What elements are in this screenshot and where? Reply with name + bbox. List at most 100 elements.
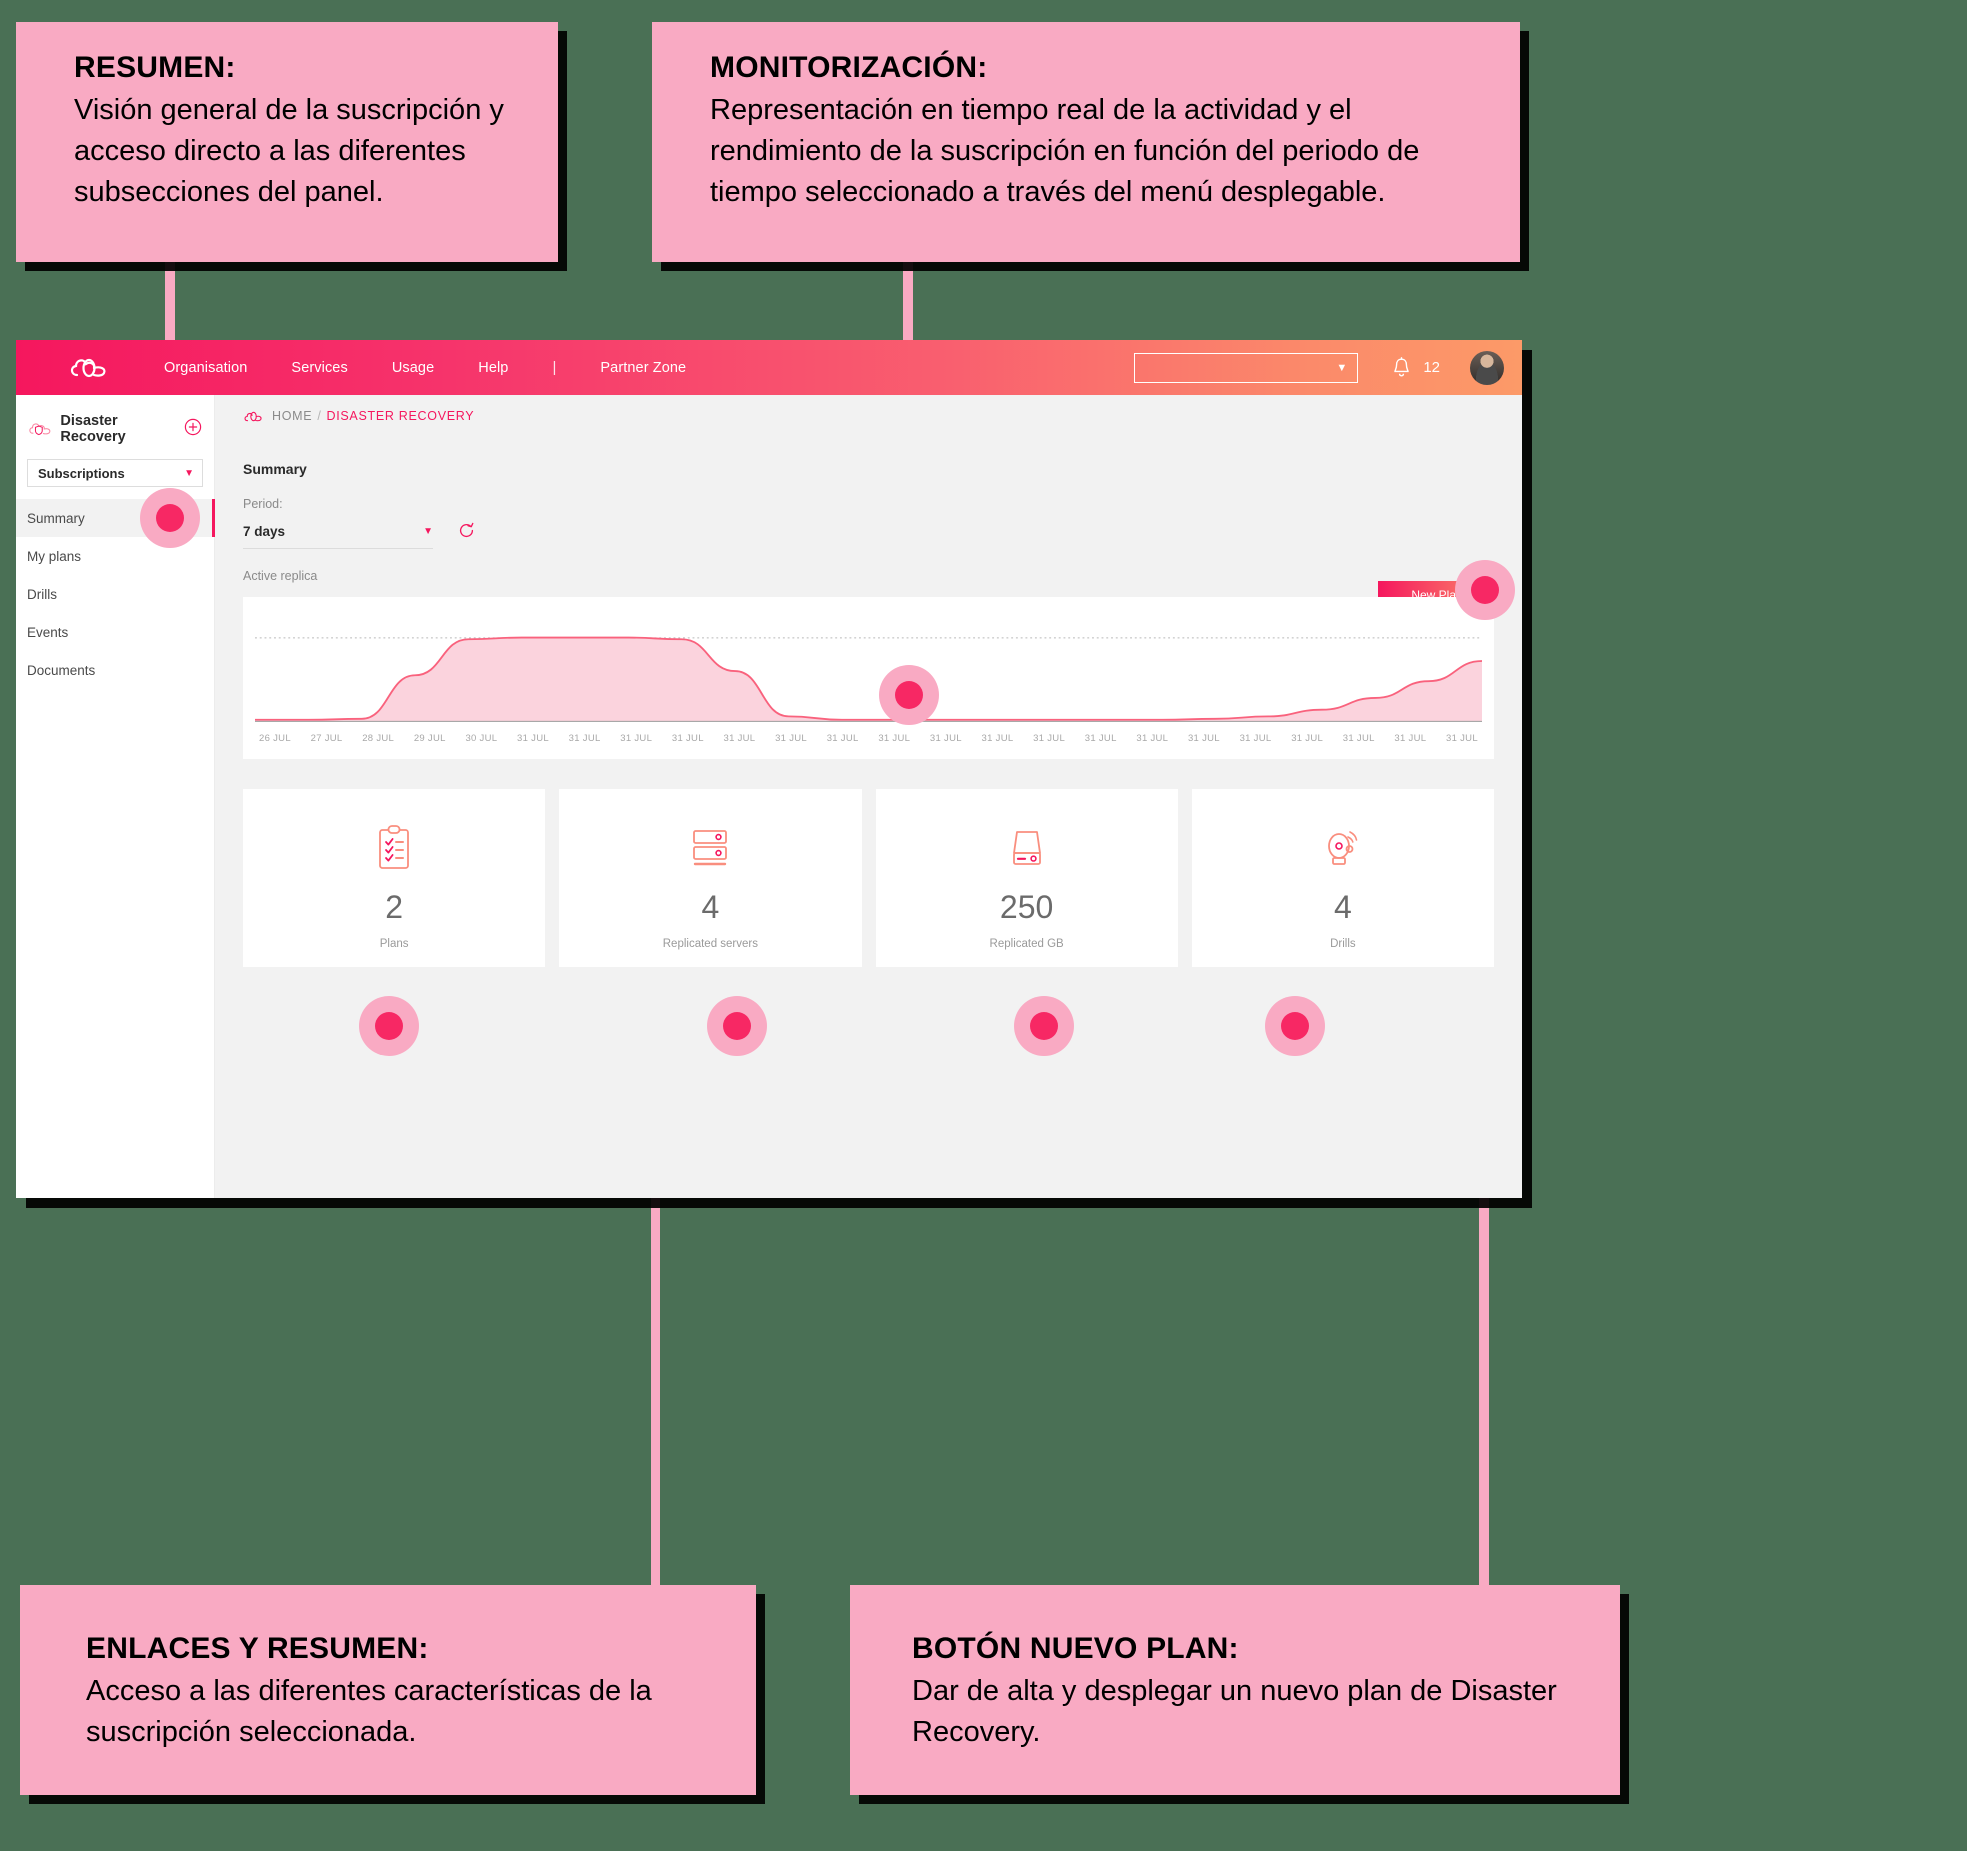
callout-title: RESUMEN: — [74, 51, 236, 84]
stat-value: 4 — [1333, 889, 1352, 925]
marker-summary — [140, 488, 200, 548]
sidebar-item-label: Documents — [27, 662, 96, 678]
breadcrumb-separator: / — [317, 409, 322, 423]
period-select-value: 7 days — [243, 523, 286, 539]
cloud-logo-icon[interactable] — [16, 355, 164, 381]
chart-x-tick: 31 JUL — [1394, 733, 1427, 744]
active-replica-chart: 26 JUL 27 JUL 28 JUL 29 JUL 30 JUL 31 JUL 31 J… — [243, 597, 1494, 759]
sidebar-header: Disaster Recovery — [16, 409, 214, 445]
page-title: Summary — [243, 461, 307, 477]
chart-x-tick: 31 JUL — [775, 733, 807, 744]
stat-label: Plans — [379, 938, 409, 950]
app-window: Organisation Services Usage Help | Partn… — [16, 340, 1522, 1198]
chart-x-tick: 31 JUL — [1033, 733, 1066, 744]
marker-card-servers — [707, 996, 767, 1056]
cloud-icon — [244, 411, 262, 421]
top-navbar: Organisation Services Usage Help | Partn… — [16, 340, 1522, 395]
stat-cards-row: 2 Plans 4 Replicated servers 250 Replica… — [243, 789, 1494, 967]
chart-x-tick: 31 JUL — [1342, 733, 1375, 744]
callout-enlaces-y-resumen: ENLACES Y RESUMEN: Acceso a las diferent… — [20, 1585, 756, 1795]
nav-select[interactable]: ▼ — [1134, 352, 1359, 383]
callout-boton-nuevo-plan: BOTÓN NUEVO PLAN: Dar de alta y desplega… — [850, 1585, 1620, 1795]
navbar-right-group: ▼ 12 — [1134, 350, 1522, 385]
callout-title: MONITORIZACIÓN: — [710, 51, 988, 84]
chart-x-tick: 28 JUL — [362, 733, 395, 744]
stat-value: 250 — [999, 889, 1054, 925]
cloud-shield-icon — [29, 423, 51, 436]
chart-x-tick: 31 JUL — [981, 733, 1014, 744]
stat-card-plans[interactable]: 2 Plans — [243, 789, 546, 967]
sidebar-item-label: Drills — [27, 586, 57, 602]
hard-drive-icon — [1012, 831, 1041, 865]
marker-new-plan — [1455, 560, 1515, 620]
stat-value: 4 — [701, 889, 720, 925]
chart-x-tick: 31 JUL — [929, 733, 962, 744]
chart-x-tick: 31 JUL — [517, 733, 549, 744]
sidebar-item-events[interactable]: Events — [16, 613, 214, 651]
callout-body: Visión general de la suscripción y acces… — [74, 93, 504, 208]
callout-body: Acceso a las diferentes características … — [86, 1674, 652, 1748]
chart-x-tick: 27 JUL — [310, 733, 343, 744]
sidebar-item-drills[interactable]: Drills — [16, 575, 214, 613]
sidebar-item-documents[interactable]: Documents — [16, 651, 214, 689]
chevron-down-icon: ▼ — [1336, 361, 1348, 374]
callout-body: Dar de alta y desplegar un nuevo plan de… — [912, 1674, 1557, 1748]
chart-x-tick: 31 JUL — [671, 733, 704, 744]
chart-x-axis: 26 JUL 27 JUL 28 JUL 29 JUL 30 JUL 31 JUL 31 J… — [255, 725, 1482, 744]
period-label: Period: — [243, 497, 283, 511]
nav-link-usage[interactable]: Usage — [392, 360, 434, 376]
stat-value: 2 — [385, 889, 404, 925]
app-body: Disaster Recovery Subscriptions ▼ Summar… — [16, 395, 1522, 1198]
chart-x-tick: 26 JUL — [259, 733, 291, 744]
notification-count: 12 — [1423, 359, 1440, 376]
chevron-down-icon: ▼ — [423, 525, 433, 537]
stat-label: Replicated servers — [662, 938, 758, 950]
sidebar-title: Disaster Recovery — [60, 413, 126, 445]
stat-card-drills[interactable]: 4 Drills — [1191, 789, 1494, 967]
stat-label: Replicated GB — [989, 938, 1064, 950]
nav-link-partner-zone[interactable]: Partner Zone — [600, 360, 686, 376]
user-avatar[interactable] — [1470, 350, 1504, 385]
chart-x-tick: 31 JUL — [878, 733, 911, 744]
sidebar-item-label: Summary — [27, 510, 85, 526]
nav-link-help[interactable]: Help — [478, 360, 508, 376]
alarm-bell-icon — [1327, 831, 1358, 865]
marker-card-gb — [1014, 996, 1074, 1056]
period-row: 7 days ▼ — [243, 521, 1494, 551]
breadcrumb-current: DISASTER RECOVERY — [326, 409, 475, 423]
chart-x-tick: 31 JUL — [1446, 733, 1478, 744]
breadcrumb-home[interactable]: HOME — [272, 409, 312, 423]
clipboard-checklist-icon — [379, 825, 410, 869]
chart-x-tick: 31 JUL — [1084, 733, 1117, 744]
plus-circle-icon[interactable] — [184, 418, 202, 441]
marker-card-drills — [1265, 996, 1325, 1056]
nav-link-organisation[interactable]: Organisation — [164, 360, 247, 376]
refresh-icon[interactable] — [457, 521, 476, 545]
chart-x-tick: 31 JUL — [723, 733, 756, 744]
server-rack-icon — [693, 830, 728, 866]
period-select[interactable]: 7 days ▼ — [243, 524, 433, 549]
sidebar-item-label: Events — [27, 624, 69, 640]
chart-x-tick: 31 JUL — [568, 733, 601, 744]
callout-resumen: RESUMEN: Visión general de la suscripció… — [16, 22, 558, 262]
stat-card-replicated-gb[interactable]: 250 Replicated GB — [875, 789, 1178, 967]
chart-x-tick: 29 JUL — [413, 733, 446, 744]
chart-x-tick: 31 JUL — [1136, 733, 1169, 744]
nav-link-services[interactable]: Services — [291, 360, 347, 376]
callout-body: Representación en tiempo real de la acti… — [710, 93, 1420, 208]
stat-label: Drills — [1330, 938, 1356, 950]
main-content: HOME / DISASTER RECOVERY Summary Period:… — [215, 395, 1522, 1198]
callout-title: ENLACES Y RESUMEN: — [86, 1632, 429, 1665]
chevron-down-icon: ▼ — [184, 467, 194, 479]
chart-label: Active replica — [243, 569, 318, 583]
marker-chart — [879, 665, 939, 725]
chart-x-tick: 30 JUL — [465, 733, 498, 744]
subscriptions-selector[interactable]: Subscriptions ▼ — [27, 459, 203, 487]
notifications-group[interactable]: 12 — [1392, 357, 1440, 378]
callout-title: BOTÓN NUEVO PLAN: — [912, 1632, 1239, 1665]
stat-card-replicated-servers[interactable]: 4 Replicated servers — [559, 789, 862, 967]
sidebar-item-label: My plans — [27, 548, 82, 564]
callout-monitorizacion: MONITORIZACIÓN: Representación en tiempo… — [652, 22, 1520, 262]
breadcrumb: HOME / DISASTER RECOVERY — [243, 409, 1494, 423]
chart-plot — [255, 636, 1482, 722]
